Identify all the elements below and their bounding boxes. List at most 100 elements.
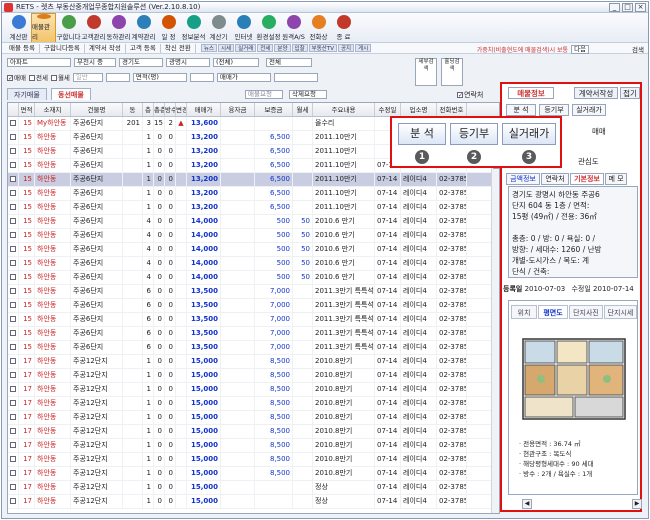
row-checkbox[interactable]: [8, 145, 19, 158]
row-checkbox[interactable]: [8, 425, 19, 438]
region-select-1[interactable]: 부천시 중: [74, 58, 116, 67]
row-checkbox[interactable]: [8, 369, 19, 382]
menu-register-listing[interactable]: 매물 등록: [5, 43, 40, 53]
row-checkbox[interactable]: [8, 355, 19, 368]
table-row[interactable]: 17 하안동 주공12단지 1 0 0 15,000 8,500 2010.8만기 07-14 레이…: [8, 369, 499, 383]
search-label[interactable]: 검색: [632, 44, 644, 54]
toolbar-button-3[interactable]: 고객관리: [81, 13, 106, 42]
row-checkbox[interactable]: [8, 341, 19, 354]
column-header[interactable]: 매매가: [187, 103, 221, 116]
toolbar-button-11[interactable]: 원격A/S: [281, 13, 306, 42]
table-row[interactable]: 15 하안동 주공6단지 6 0 0 13,500 7,000 2011.3만기 특특석 07-1…: [8, 299, 499, 313]
row-checkbox[interactable]: [8, 439, 19, 452]
table-row[interactable]: 15하안동주공6단지 100 13,200 6,500 2011.10만기07-14레이…: [8, 201, 499, 215]
tab-price-info[interactable]: 금액정보: [506, 173, 540, 185]
filter-lease[interactable]: 전세: [28, 72, 48, 82]
toolbar-button-4[interactable]: 동하관리: [106, 13, 131, 42]
table-row[interactable]: 17하안동주공12단지 100 15,000 정상07-14레이디402-3785-: [8, 495, 499, 509]
column-header[interactable]: [8, 103, 19, 116]
table-row[interactable]: 15 하안동 주공6단지 6 0 0 13,500 7,000 2011.3만기 특특석 07-1…: [8, 341, 499, 355]
contact-filter[interactable]: 연락처: [457, 90, 483, 100]
toolbar-button-9[interactable]: 인터넷: [231, 13, 256, 42]
table-row[interactable]: 15 하안동 주공6단지 4 0 0 14,000 500 50 2010.6 만기 07-14 레이…: [8, 215, 499, 229]
popup-registry-button[interactable]: 등기부: [450, 123, 498, 145]
holding-search-button[interactable]: 홀딩검색: [441, 58, 463, 86]
maximize-button[interactable]: □: [622, 3, 633, 12]
mini-tab-8[interactable]: 게시: [355, 44, 372, 52]
mini-tab-3[interactable]: 전세: [257, 44, 274, 52]
table-row[interactable]: 15 하안동 주공6단지 6 0 0 13,500 7,000 2011.3만기 특특석 07-1…: [8, 285, 499, 299]
mini-tab-5[interactable]: 입찰: [291, 44, 308, 52]
row-checkbox[interactable]: [8, 397, 19, 410]
tab-shared-listings[interactable]: 동선매물: [51, 88, 91, 100]
tab-complex-photo[interactable]: 단지사진: [569, 305, 603, 319]
table-row[interactable]: 17 하안동 주공12단지 1 0 0 15,000 8,500 2010.8만기 07-14 레이…: [8, 467, 499, 481]
column-header[interactable]: 소재지: [35, 103, 71, 116]
region-select-all[interactable]: 전체: [266, 58, 312, 67]
table-row[interactable]: 15 하안동 주공6단지 4 0 0 14,000 500 50 2010.6 만기 07-14 레이…: [8, 257, 499, 271]
mini-tab-6[interactable]: 부동산TV: [308, 44, 337, 52]
table-row[interactable]: 15 하안동 주공6단지 4 0 0 14,000 500 50 2010.6 만기 07-14 레이…: [8, 243, 499, 257]
area-select[interactable]: 면적(평): [132, 72, 187, 82]
toolbar-button-13[interactable]: 종 료: [331, 13, 356, 42]
row-checkbox[interactable]: [8, 117, 19, 130]
column-header[interactable]: 주요내용: [313, 103, 375, 116]
registry-button[interactable]: 등기부: [539, 104, 569, 116]
real-price-button[interactable]: 실거래가: [572, 104, 606, 116]
table-row[interactable]: 17 하안동 주공12단지 1 0 0 15,000 8,500 2010.8만기 07-14 레이…: [8, 355, 499, 369]
tab-my-listings[interactable]: 자기매물: [7, 88, 47, 100]
filter-sale[interactable]: 매매: [7, 72, 26, 82]
popup-analysis-button[interactable]: 분 석: [398, 123, 446, 145]
row-checkbox[interactable]: [8, 495, 19, 508]
row-checkbox[interactable]: [8, 411, 19, 424]
column-header[interactable]: 면적: [19, 103, 35, 116]
tab-basic-info[interactable]: 기본정보: [570, 173, 604, 185]
mini-tab-1[interactable]: 시세: [217, 44, 235, 52]
tab-complex-price[interactable]: 단지시세: [604, 305, 637, 319]
row-checkbox[interactable]: [8, 201, 19, 214]
table-row[interactable]: 17 하안동 주공12단지 1 0 0 15,000 8,500 2010.8만기 07-14 레이…: [8, 383, 499, 397]
row-checkbox[interactable]: [8, 173, 19, 186]
column-header[interactable]: 수정일: [375, 103, 401, 116]
toolbar-button-0[interactable]: 계산판: [6, 13, 31, 42]
table-row[interactable]: 17 하안동 주공12단지 1 0 0 15,000 8,500 2010.8만기 07-14 레이…: [8, 397, 499, 411]
row-checkbox[interactable]: [8, 271, 19, 284]
table-row[interactable]: 15 하안동 주공6단지 4 0 0 14,000 500 50 2010.6 만기 07-14 레이…: [8, 229, 499, 243]
column-header[interactable]: 방수: [165, 103, 176, 116]
tab-contact[interactable]: 연락처: [541, 173, 569, 185]
row-checkbox[interactable]: [8, 257, 19, 270]
toolbar-button-8[interactable]: 계산기: [206, 13, 231, 42]
menu-register-customer[interactable]: 고객 등록: [126, 43, 161, 53]
menu-register-wanted[interactable]: 구합니다등록: [40, 43, 85, 53]
toolbar-button-1[interactable]: 매물관리: [31, 13, 56, 42]
column-header[interactable]: 총층: [154, 103, 165, 116]
collapse-button[interactable]: 접기: [620, 87, 640, 99]
table-row[interactable]: 17 하안동 주공12단지 1 0 0 15,000 8,500 2010.8만기 07-14 레이…: [8, 411, 499, 425]
price-select[interactable]: 매매가: [216, 72, 271, 82]
toolbar-button-6[interactable]: 일 정: [156, 13, 181, 42]
row-checkbox[interactable]: [8, 159, 19, 172]
table-row[interactable]: 17하안동주공12단지 100 15,000 정상07-14레이디402-3785-: [8, 481, 499, 495]
general-select[interactable]: 일반: [72, 72, 103, 82]
column-header[interactable]: 융자금: [221, 103, 255, 116]
column-header[interactable]: 동: [123, 103, 143, 116]
delete-request-button[interactable]: 삭제요청: [289, 90, 327, 99]
scroll-left-icon[interactable]: ◀: [522, 499, 532, 509]
toolbar-button-2[interactable]: 구합니다: [56, 13, 81, 42]
table-row[interactable]: 15 하안동 주공6단지 6 0 0 13,500 7,000 2011.3만기 특특석 07-1…: [8, 327, 499, 341]
row-checkbox[interactable]: [8, 229, 19, 242]
listing-request-button[interactable]: 매물요청: [245, 90, 283, 99]
tab-floor-plan[interactable]: 평면도: [538, 305, 568, 319]
column-header[interactable]: 층: [143, 103, 154, 116]
mini-tab-0[interactable]: 뉴스: [200, 44, 217, 52]
menu-write-contract[interactable]: 계약서 작성: [85, 43, 126, 53]
region-select-4[interactable]: (전체): [213, 58, 259, 67]
toolbar-button-10[interactable]: 환경설정: [256, 13, 281, 42]
row-checkbox[interactable]: [8, 481, 19, 494]
column-header[interactable]: 월세: [293, 103, 313, 116]
table-row[interactable]: 15하안동주공6단지 100 13,200 6,500 2011.10만기07-14레이…: [8, 187, 499, 201]
region-select-3[interactable]: 광명시: [166, 58, 210, 67]
analysis-button[interactable]: 분 석: [506, 104, 536, 116]
row-checkbox[interactable]: [8, 383, 19, 396]
row-checkbox[interactable]: [8, 313, 19, 326]
